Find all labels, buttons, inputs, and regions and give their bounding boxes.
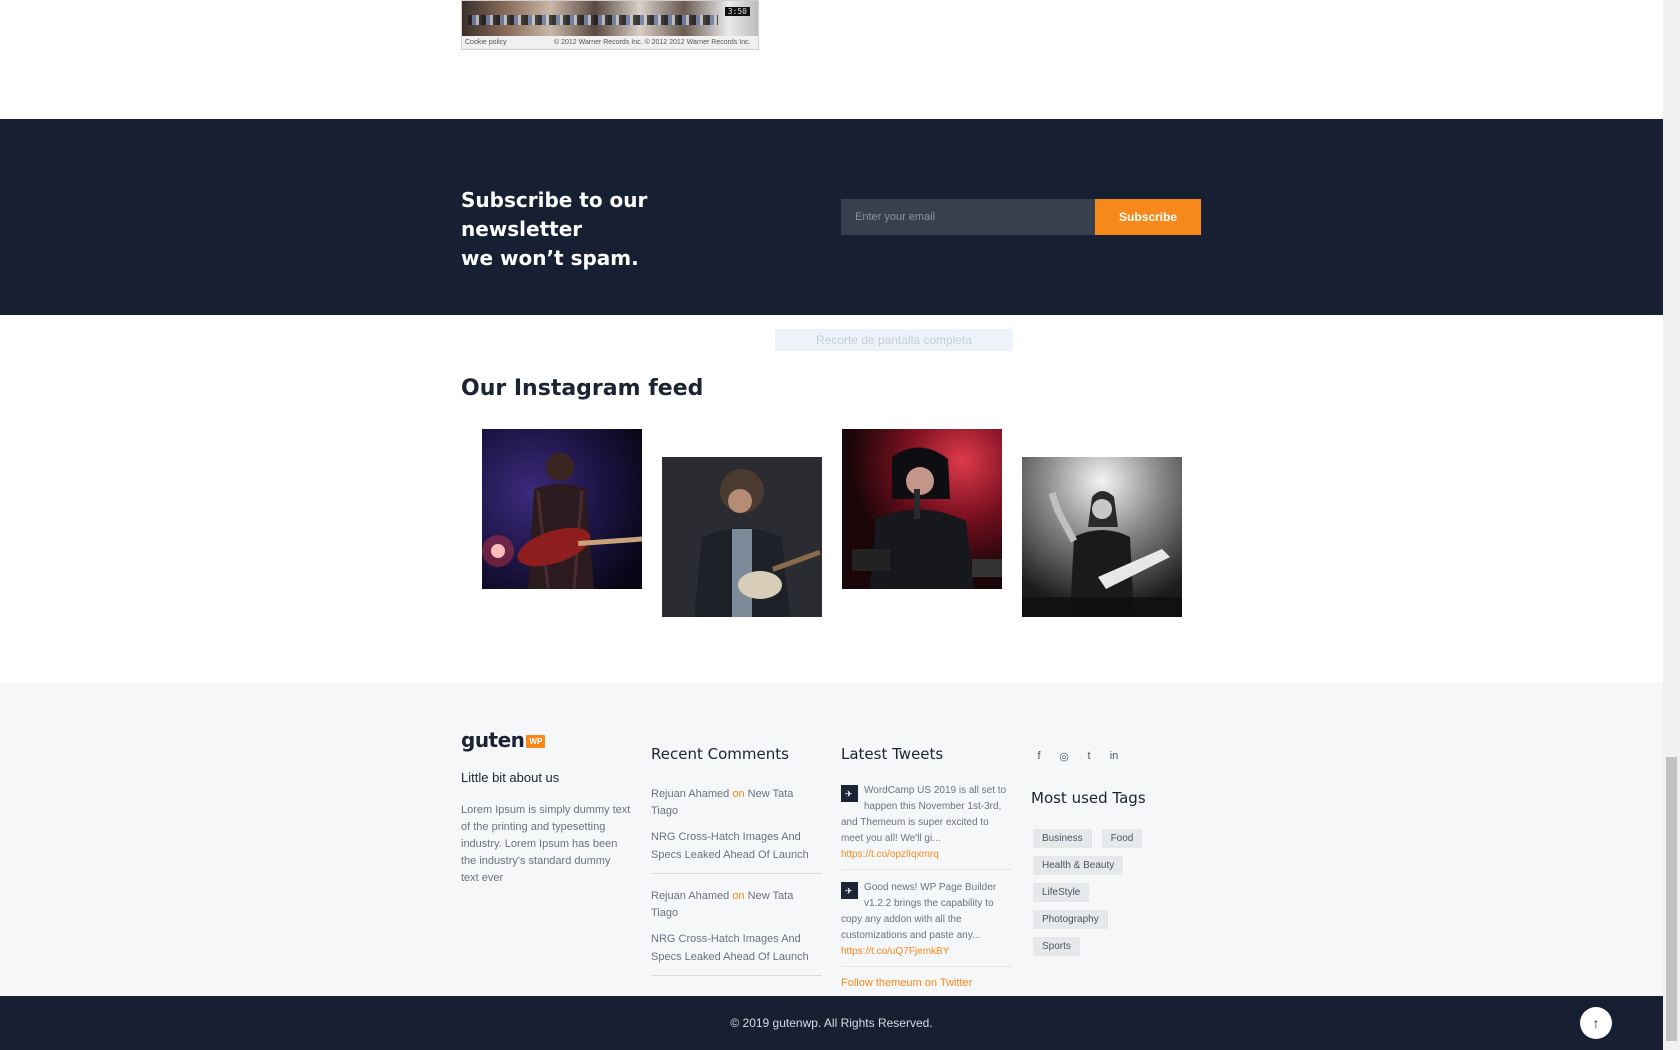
logo-text: guten xyxy=(461,728,525,752)
comment-item: Rejuan Ahamed on New Tata Tiago NRG Cros… xyxy=(651,786,822,874)
about-heading: Little bit about us xyxy=(461,770,560,785)
social-links: f ◎ t in xyxy=(1031,750,1122,763)
video-timeline[interactable] xyxy=(468,15,718,25)
comment-title-link[interactable]: NRG Cross-Hatch Images And Specs Leaked … xyxy=(651,930,822,966)
newsletter-title-line2: we won’t spam. xyxy=(461,246,639,270)
tag-health-beauty[interactable]: Health & Beauty xyxy=(1033,856,1124,875)
newsletter-title: Subscribe to our newsletter we won’t spa… xyxy=(461,186,741,273)
tag-photography[interactable]: Photography xyxy=(1033,910,1108,929)
video-embed[interactable]: 3:50 Cookie policy © 2012 Warner Records… xyxy=(461,0,759,50)
tweet-link[interactable]: https://t.co/opzlIqxmrq xyxy=(841,849,939,860)
comment-meta: Rejuan Ahamed on New Tata Tiago xyxy=(651,786,822,820)
facebook-icon[interactable]: f xyxy=(1031,750,1047,763)
subscribe-button[interactable]: Subscribe xyxy=(1095,199,1201,235)
comment-author[interactable]: Rejuan Ahamed xyxy=(651,890,729,902)
footer-logo[interactable]: guten WP xyxy=(461,728,546,752)
follow-twitter-link[interactable]: Follow themeum on Twitter xyxy=(841,977,1011,989)
tweet-text: Good news! WP Page Builder v1.2.2 brings… xyxy=(841,882,997,941)
about-text: Lorem Ipsum is simply dummy text of the … xyxy=(461,804,631,884)
tag-business[interactable]: Business xyxy=(1033,829,1092,848)
tags-heading: Most used Tags xyxy=(1031,789,1146,807)
tag-food[interactable]: Food xyxy=(1101,829,1143,848)
comment-on-label: on xyxy=(732,788,745,800)
instagram-image-2[interactable] xyxy=(662,457,822,617)
comment-author[interactable]: Rejuan Ahamed xyxy=(651,788,729,800)
tweet-text: WordCamp US 2019 is all set to happen th… xyxy=(841,785,1007,844)
tweet-item: Good news! WP Page Builder v1.2.2 brings… xyxy=(841,880,1011,967)
instagram-icon[interactable]: ◎ xyxy=(1056,750,1072,763)
screenshot-overlay-label: Recorte de pantalla completa xyxy=(775,329,1013,351)
scrollbar-thumb[interactable] xyxy=(1666,757,1677,1041)
video-footer: Cookie policy © 2012 Warner Records Inc.… xyxy=(462,36,758,49)
comment-meta: Rejuan Ahamed on New Tata Tiago xyxy=(651,888,822,922)
instagram-image-3[interactable] xyxy=(842,429,1002,589)
instagram-image-4[interactable] xyxy=(1022,457,1182,617)
copyright-text: © 2019 gutenwp. All Rights Reserved. xyxy=(730,1016,933,1030)
site-footer: guten WP Little bit about us Lorem Ipsum… xyxy=(0,683,1663,996)
tag-cloud: Business Food Health & Beauty LifeStyle … xyxy=(1031,829,1171,964)
linkedin-icon[interactable]: in xyxy=(1106,750,1122,763)
copyright-bar: © 2019 gutenwp. All Rights Reserved. ↑ xyxy=(0,996,1663,1050)
twitter-bird-icon xyxy=(841,882,858,899)
email-input[interactable] xyxy=(841,199,1095,235)
twitter-bird-icon xyxy=(841,785,858,802)
tag-sports[interactable]: Sports xyxy=(1033,937,1080,956)
recent-comments-heading: Recent Comments xyxy=(651,745,789,763)
tag-lifestyle[interactable]: LifeStyle xyxy=(1033,883,1090,902)
tweet-link[interactable]: https://t.co/uQ7FjemkBY xyxy=(841,946,949,957)
tweet-item: WordCamp US 2019 is all set to happen th… xyxy=(841,783,1011,870)
latest-tweets-list: WordCamp US 2019 is all set to happen th… xyxy=(841,783,1011,989)
guitarist-red-guitar-photo xyxy=(482,429,642,589)
recent-comments-list: Rejuan Ahamed on New Tata Tiago NRG Cros… xyxy=(651,786,822,990)
page-scrollbar[interactable] xyxy=(1663,0,1680,1050)
twitter-icon[interactable]: t xyxy=(1081,750,1097,763)
cookie-policy-link[interactable]: Cookie policy xyxy=(465,39,507,46)
instagram-title: Our Instagram feed xyxy=(461,376,704,401)
video-copyright: © 2012 Warner Records Inc. © 2012 2012 W… xyxy=(554,39,751,46)
metal-guitarist-spotlight-photo xyxy=(1022,457,1182,617)
comment-item: Rejuan Ahamed on New Tata Tiago NRG Cros… xyxy=(651,888,822,976)
comment-on-label: on xyxy=(732,890,745,902)
video-duration: 3:50 xyxy=(724,7,750,16)
latest-tweets-heading: Latest Tweets xyxy=(841,745,944,763)
comment-title-link[interactable]: NRG Cross-Hatch Images And Specs Leaked … xyxy=(651,828,822,864)
newsletter-section: Subscribe to our newsletter we won’t spa… xyxy=(0,119,1663,315)
logo-badge: WP xyxy=(526,734,546,748)
curly-hair-guitarist-photo xyxy=(662,457,822,617)
newsletter-title-line1: Subscribe to our newsletter xyxy=(461,188,648,241)
scroll-to-top-button[interactable]: ↑ xyxy=(1580,1007,1612,1039)
singer-red-light-photo xyxy=(842,429,1002,589)
instagram-image-1[interactable] xyxy=(482,429,642,589)
